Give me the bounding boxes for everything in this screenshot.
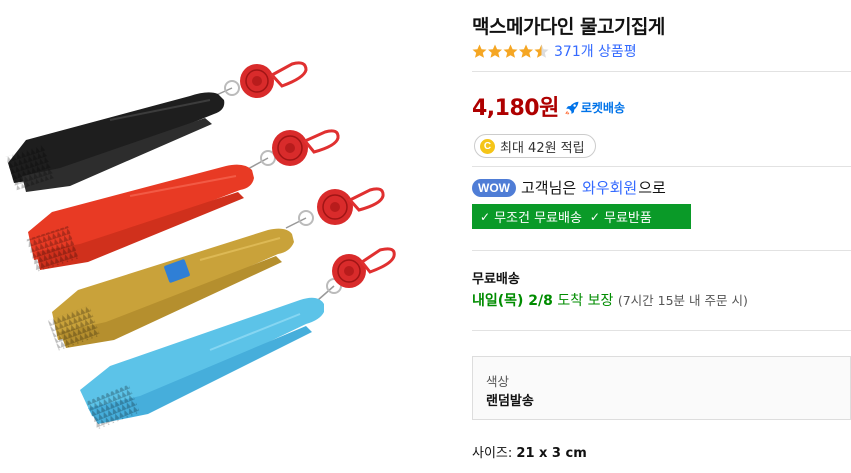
- divider: [472, 166, 851, 167]
- rating-stars: [472, 44, 550, 59]
- delivery-guarantee: 도착 보장: [557, 293, 614, 309]
- review-count-link[interactable]: 371개 상품평: [554, 41, 637, 61]
- color-option-selector[interactable]: 색상 랜덤발송: [472, 356, 851, 420]
- wow-suffix-text: 으로: [638, 179, 666, 197]
- divider: [472, 71, 851, 72]
- product-info-panel: 맥스메가다인 물고기집게 371개 상품평 4,180원 로켓배송 C 최대 4…: [472, 0, 851, 473]
- coin-icon: C: [480, 138, 495, 154]
- benefit-free-return: 무료반품: [603, 211, 652, 226]
- wow-member-link[interactable]: 와우회원: [582, 177, 637, 198]
- spec-label: 사이즈:: [472, 446, 513, 461]
- divider: [472, 250, 851, 251]
- wow-member-row: WOW 고객님은 와우회원 으로: [472, 177, 666, 198]
- product-title: 맥스메가다인 물고기집게: [472, 16, 665, 38]
- cash-reward-text: 최대 42원 적립: [500, 140, 585, 156]
- wow-prefix-text: 고객님은: [521, 179, 577, 197]
- delivery-date: 내일(목) 2/8: [472, 293, 553, 309]
- rating-row[interactable]: 371개 상품평: [472, 41, 637, 61]
- delivery-estimate: 내일(목) 2/8 도착 보장 (7시간 15분 내 주문 시): [472, 290, 748, 310]
- fish-gripper-tongs-photo: [5, 61, 396, 430]
- shipping-fee-label: 무료배송: [472, 272, 520, 287]
- spec-value: 21 x 3 cm: [516, 446, 587, 461]
- size-spec: 사이즈: 21 x 3 cm: [472, 442, 587, 461]
- sale-price: 4,180원: [472, 96, 559, 121]
- price-row: 4,180원 로켓배송: [472, 90, 625, 122]
- rocket-delivery-badge: 로켓배송: [565, 99, 625, 116]
- benefit-free-shipping: 무조건 무료배송: [494, 211, 582, 226]
- check-icon: ✓: [480, 209, 491, 224]
- option-label: 색상: [486, 374, 510, 389]
- option-value: 랜덤발송: [486, 394, 534, 409]
- rocket-delivery-label: 로켓배송: [580, 101, 625, 115]
- product-image[interactable]: [0, 0, 455, 473]
- divider: [472, 330, 851, 331]
- wow-benefit-banner: ✓ 무조건 무료배송 ✓ 무료반품: [472, 204, 691, 229]
- check-icon: ✓: [589, 209, 600, 224]
- delivery-cutoff-note: (7시간 15분 내 주문 시): [617, 293, 748, 308]
- cash-reward-badge: C 최대 42원 적립: [474, 134, 596, 158]
- wow-badge: WOW: [472, 178, 516, 197]
- tong-black: [5, 61, 308, 192]
- star-rating-icon: [472, 44, 549, 58]
- rocket-icon: [565, 101, 579, 115]
